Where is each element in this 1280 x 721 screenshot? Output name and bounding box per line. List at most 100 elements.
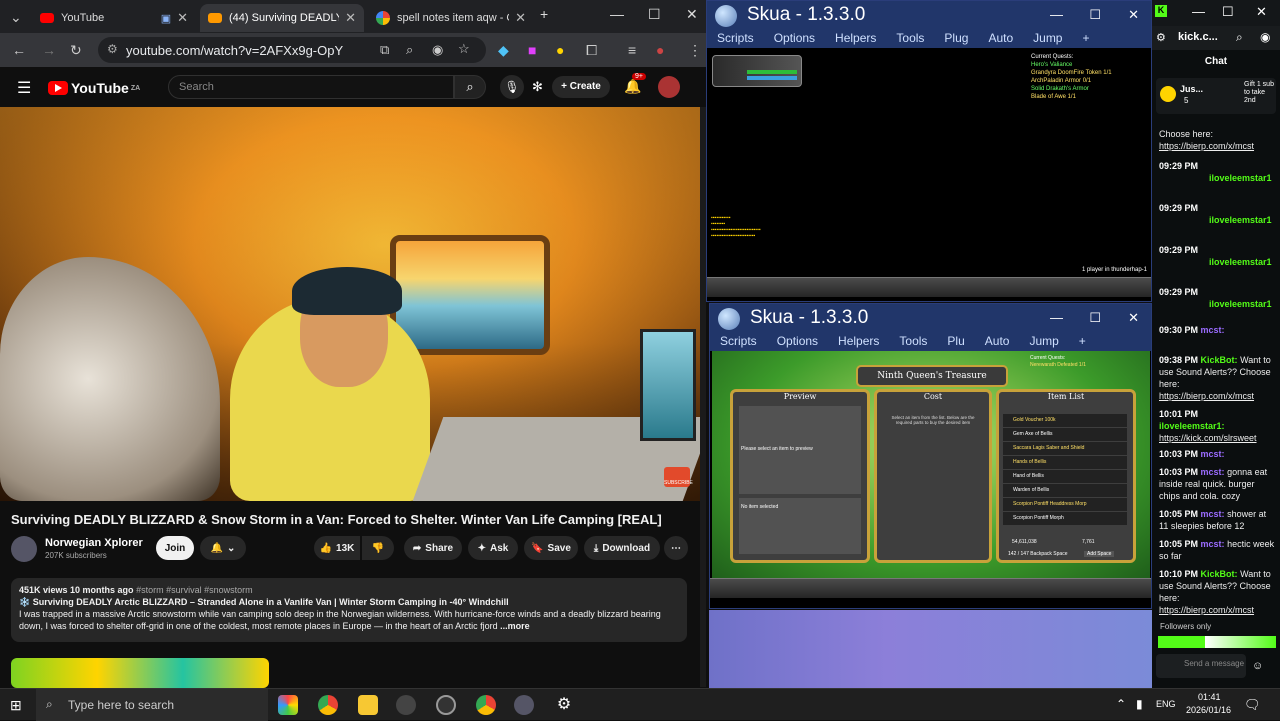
message-user[interactable]: mcst: bbox=[1201, 449, 1225, 459]
tab-youtube[interactable]: YouTube ▣ ✕ bbox=[32, 4, 196, 32]
message-user[interactable]: mcst: bbox=[1201, 325, 1225, 335]
address-bar[interactable]: ⚙ youtube.com/watch?v=2AFXx9g-OpY ⧉ ⌕ ◉ … bbox=[98, 37, 486, 63]
search-button[interactable]: ⌕ bbox=[454, 75, 486, 99]
menu-auto[interactable]: Auto bbox=[985, 332, 1010, 351]
eye-off-icon[interactable]: ◉ bbox=[432, 42, 443, 58]
save-button[interactable]: 🔖 Save bbox=[524, 536, 578, 560]
back-icon[interactable]: ← bbox=[12, 42, 26, 58]
search-input[interactable]: Search bbox=[168, 75, 454, 99]
more-actions-button[interactable]: ⋯ bbox=[664, 536, 688, 560]
join-button[interactable]: Join bbox=[156, 536, 194, 560]
taskbar-search-input[interactable]: ⌕ Type here to search bbox=[36, 689, 268, 721]
message-user[interactable]: iloveleemstar1 bbox=[1209, 299, 1272, 309]
tab-video[interactable]: (44) Surviving DEADLY ✕ bbox=[200, 4, 364, 32]
voice-search-button[interactable]: 🎙 bbox=[500, 75, 524, 99]
tab-search-icon[interactable]: ⌄ bbox=[10, 9, 22, 26]
more-link[interactable]: ...more bbox=[500, 621, 530, 631]
message-link[interactable]: https://kick.com/slrsweet bbox=[1159, 433, 1257, 443]
avatar[interactable] bbox=[658, 76, 680, 98]
message-user[interactable]: iloveleemstar1 bbox=[1209, 215, 1272, 225]
close-icon[interactable]: ✕ bbox=[1128, 1, 1139, 29]
copilot-icon[interactable] bbox=[278, 695, 298, 715]
settings-icon[interactable]: ⚙ bbox=[554, 695, 574, 715]
profile-avatar-icon[interactable]: ● bbox=[656, 42, 664, 58]
download-button[interactable]: ⤓ Download bbox=[584, 536, 660, 560]
message-user[interactable]: iloveleemstar1 bbox=[1209, 173, 1272, 183]
message-link[interactable]: https://bierp.com/x/mcst bbox=[1159, 391, 1254, 401]
minimize-icon[interactable]: — bbox=[1050, 1, 1063, 29]
menu-options[interactable]: Options bbox=[774, 29, 815, 48]
cast-icon[interactable]: ⧉ bbox=[380, 42, 389, 58]
dislike-button[interactable]: 👎 bbox=[362, 536, 394, 560]
search-icon[interactable]: ⌕ bbox=[1236, 30, 1243, 45]
menu-plug[interactable]: Plug bbox=[944, 29, 968, 48]
site-info-icon[interactable]: ⚙ bbox=[107, 42, 118, 56]
subscribe-overlay[interactable]: SUBSCRIBE bbox=[664, 467, 693, 487]
maximize-icon[interactable]: ☐ bbox=[1089, 1, 1101, 29]
message-link[interactable]: https://bierp.com/x/mcst bbox=[1159, 605, 1254, 615]
message-user[interactable]: KickBot: bbox=[1201, 569, 1238, 579]
menu-scripts[interactable]: Scripts bbox=[720, 332, 757, 351]
menu-helpers[interactable]: Helpers bbox=[835, 29, 876, 48]
list-item[interactable]: Gold Voucher 100k bbox=[1003, 414, 1127, 427]
hamburger-menu-icon[interactable]: ☰ bbox=[17, 78, 31, 98]
menu-jump[interactable]: Jump bbox=[1029, 332, 1058, 351]
menu-tools[interactable]: Tools bbox=[899, 332, 927, 351]
close-tab-icon[interactable]: ✕ bbox=[515, 10, 526, 26]
extension-icon[interactable]: ■ bbox=[528, 42, 536, 58]
clock-date[interactable]: 2026/01/16 bbox=[1186, 705, 1231, 715]
menu-scripts[interactable]: Scripts bbox=[717, 29, 754, 48]
menu-add[interactable]: + bbox=[1082, 29, 1089, 48]
list-item[interactable]: Gem Axe of Bellis bbox=[1003, 428, 1127, 441]
like-button[interactable]: 👍 13K bbox=[314, 536, 360, 560]
bookmark-star-icon[interactable]: ☆ bbox=[458, 41, 470, 57]
minimize-icon[interactable]: — bbox=[610, 6, 624, 22]
action-hotbar[interactable] bbox=[710, 578, 1151, 598]
zoom-icon[interactable]: ⌕ bbox=[406, 42, 413, 58]
notifications-bell-icon[interactable]: 🔔 bbox=[624, 78, 641, 95]
menu-helpers[interactable]: Helpers bbox=[838, 332, 879, 351]
list-item[interactable]: Hands of Bellis bbox=[1003, 456, 1127, 469]
menu-add[interactable]: + bbox=[1079, 332, 1086, 351]
message-input[interactable]: Send a message bbox=[1156, 654, 1246, 678]
action-hotbar[interactable] bbox=[707, 277, 1151, 297]
menu-jump[interactable]: Jump bbox=[1033, 29, 1062, 48]
emote-icon[interactable]: ☺ bbox=[1252, 660, 1263, 672]
list-item[interactable]: Warden of Bellis bbox=[1003, 484, 1127, 497]
message-user[interactable]: iloveleemstar1: bbox=[1159, 421, 1225, 431]
chrome-icon[interactable] bbox=[476, 695, 496, 715]
emote-bar[interactable] bbox=[1158, 636, 1276, 648]
description-box[interactable]: 451K views 10 months ago #storm #surviva… bbox=[11, 578, 687, 642]
extension-icon[interactable]: ● bbox=[556, 42, 564, 58]
menu-auto[interactable]: Auto bbox=[988, 29, 1013, 48]
maximize-icon[interactable]: ☐ bbox=[1089, 304, 1101, 332]
create-button[interactable]: + Create bbox=[552, 76, 610, 98]
channel-name[interactable]: Norwegian Xplorer bbox=[45, 537, 143, 549]
message-user[interactable]: mcst: bbox=[1201, 467, 1225, 477]
close-tab-icon[interactable]: ✕ bbox=[345, 10, 356, 26]
message-user[interactable]: mcst: bbox=[1201, 509, 1225, 519]
reload-icon[interactable]: ↻ bbox=[70, 42, 82, 59]
file-explorer-icon[interactable] bbox=[358, 695, 378, 715]
menu-plugins[interactable]: Plu bbox=[947, 332, 964, 351]
menu-kebab-icon[interactable]: ⋮ bbox=[688, 42, 702, 59]
video-player[interactable]: SUBSCRIBE bbox=[0, 107, 700, 501]
minimize-icon[interactable]: — bbox=[1192, 4, 1205, 19]
channel-avatar[interactable] bbox=[11, 536, 37, 562]
list-item[interactable]: Hand of Bellis bbox=[1003, 470, 1127, 483]
maximize-icon[interactable]: ☐ bbox=[1222, 4, 1234, 20]
maximize-icon[interactable]: ☐ bbox=[648, 6, 661, 23]
extensions-puzzle-icon[interactable]: ⧠ bbox=[586, 42, 597, 59]
list-item[interactable]: Scorpion Pontiff Morph bbox=[1003, 512, 1127, 525]
windows-start-icon[interactable]: ⊞ bbox=[10, 697, 22, 714]
eye-off-icon[interactable]: ◉ bbox=[1260, 30, 1270, 44]
clock-time[interactable]: 01:41 bbox=[1198, 692, 1221, 702]
close-icon[interactable]: ✕ bbox=[686, 6, 698, 23]
extension-icon[interactable]: ✻ bbox=[532, 79, 543, 95]
tray-chevron-up-icon[interactable]: ⌃ bbox=[1116, 697, 1126, 711]
skua-taskbar-icon[interactable] bbox=[436, 695, 456, 715]
list-item[interactable]: Scorpion Pontiff Headdress Morp bbox=[1003, 498, 1127, 511]
menu-tools[interactable]: Tools bbox=[896, 29, 924, 48]
skua-taskbar-icon[interactable] bbox=[514, 695, 534, 715]
language-indicator[interactable]: ENG bbox=[1156, 699, 1176, 709]
